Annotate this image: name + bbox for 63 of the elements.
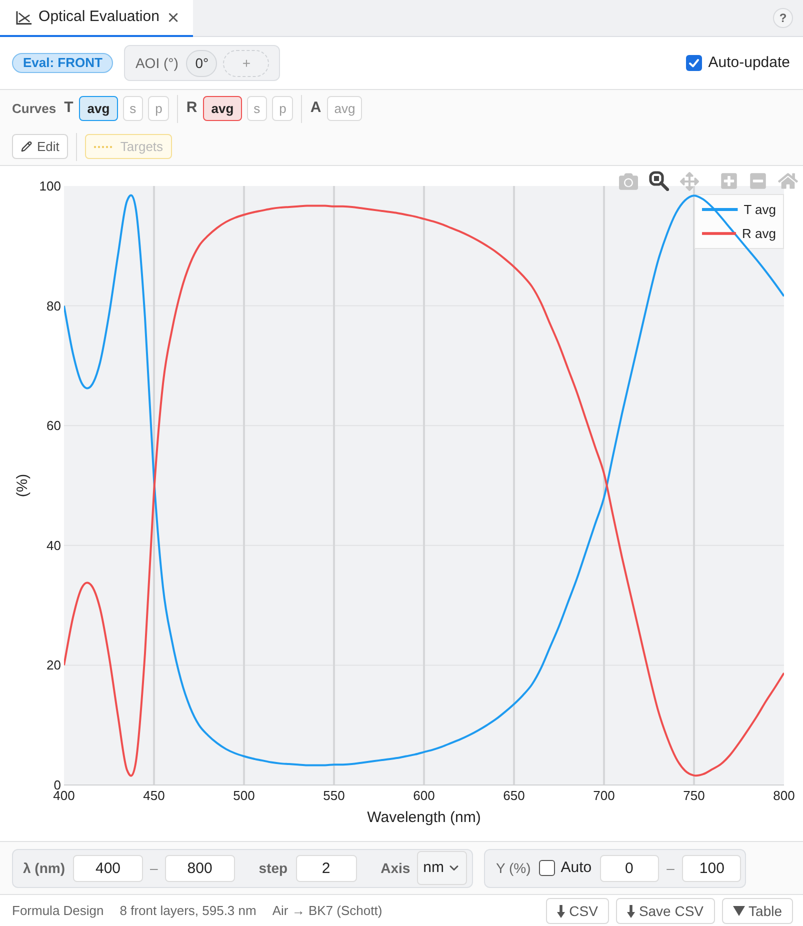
eval-side-badge: Eval: FRONT xyxy=(12,53,114,73)
auto-update-checkbox[interactable] xyxy=(686,55,702,71)
table-toggle-button[interactable]: Table xyxy=(722,898,793,924)
csv-download-button[interactable]: Save CSV xyxy=(616,898,715,924)
y-tick-label: 40 xyxy=(46,538,61,553)
edit-button[interactable]: Edit xyxy=(12,134,68,159)
tab[interactable]: Optical Evaluation xyxy=(0,0,193,37)
axis-label: Axis xyxy=(380,858,410,878)
curve-group-label: R xyxy=(186,98,198,118)
curve-group-label: A xyxy=(310,98,322,118)
range-separator: – xyxy=(666,858,674,878)
y-range-label: Y (%) xyxy=(496,858,531,878)
y-tick-label: 80 xyxy=(46,298,61,314)
y-tick-label: 60 xyxy=(46,418,61,434)
x-tick-label: 550 xyxy=(323,788,345,803)
x-axis-title: Wavelength (nm) xyxy=(367,809,481,826)
legend-label: R avg xyxy=(742,224,776,243)
camera-icon[interactable] xyxy=(619,172,638,190)
x-tick-label: 450 xyxy=(143,788,165,803)
step-input[interactable]: 2 xyxy=(296,854,357,882)
down-arrow-icon xyxy=(557,904,566,918)
zoom-icon[interactable] xyxy=(649,171,669,191)
curves-label: Curves xyxy=(12,100,56,118)
aoi-label: AOI (°) xyxy=(135,54,178,73)
x-tick-label: 750 xyxy=(683,788,705,803)
x-tick-label: 650 xyxy=(503,788,525,803)
curve-toggle-button[interactable]: avg xyxy=(203,96,242,121)
triangle-down-icon xyxy=(732,906,745,916)
down-arrow-icon xyxy=(626,904,635,918)
auto-update-label[interactable]: Auto-update xyxy=(708,52,790,74)
status-text: 8 front layers, 595.3 nm xyxy=(120,902,256,920)
chart-icon xyxy=(16,10,32,24)
help-button[interactable]: ? xyxy=(773,8,793,28)
dotted-line-icon xyxy=(94,146,114,148)
auto-range-checkbox[interactable] xyxy=(538,860,555,876)
status-text: Air → BK7 (Schott) xyxy=(272,902,382,920)
wavelength-label: λ (nm) xyxy=(23,858,65,878)
axis-unit-select[interactable]: nm xyxy=(417,851,468,885)
move-icon[interactable] xyxy=(680,172,699,190)
status-text: Formula Design xyxy=(12,902,104,920)
auto-range-label[interactable]: Auto xyxy=(560,856,592,880)
y-tick-label: 20 xyxy=(46,658,61,673)
y-max-input[interactable]: 100 xyxy=(682,854,742,882)
pencil-icon xyxy=(21,141,32,152)
range-separator: – xyxy=(150,858,158,878)
step-label: step xyxy=(258,858,288,878)
wavelength-to-input[interactable]: 800 xyxy=(164,854,235,882)
x-tick-label: 700 xyxy=(593,788,615,803)
x-tick-label: 600 xyxy=(413,788,435,803)
csv-download-button[interactable]: CSV xyxy=(546,898,609,924)
angle-chip[interactable]: 0° xyxy=(186,50,218,76)
curve-toggle-button[interactable]: avg xyxy=(79,96,118,121)
x-tick-label: 800 xyxy=(773,788,795,803)
legend-label: T avg xyxy=(744,200,776,219)
home-icon[interactable] xyxy=(778,171,798,191)
y-min-input[interactable]: 0 xyxy=(600,854,659,882)
legend-line-icon xyxy=(702,208,738,211)
curve-group-label: T xyxy=(64,98,74,118)
legend-line-icon xyxy=(702,232,736,235)
y-axis-title: (%) xyxy=(14,474,31,498)
x-tick-label: 500 xyxy=(233,788,255,803)
y-tick-label: 100 xyxy=(39,178,61,194)
wavelength-from-input[interactable]: 400 xyxy=(73,854,143,882)
